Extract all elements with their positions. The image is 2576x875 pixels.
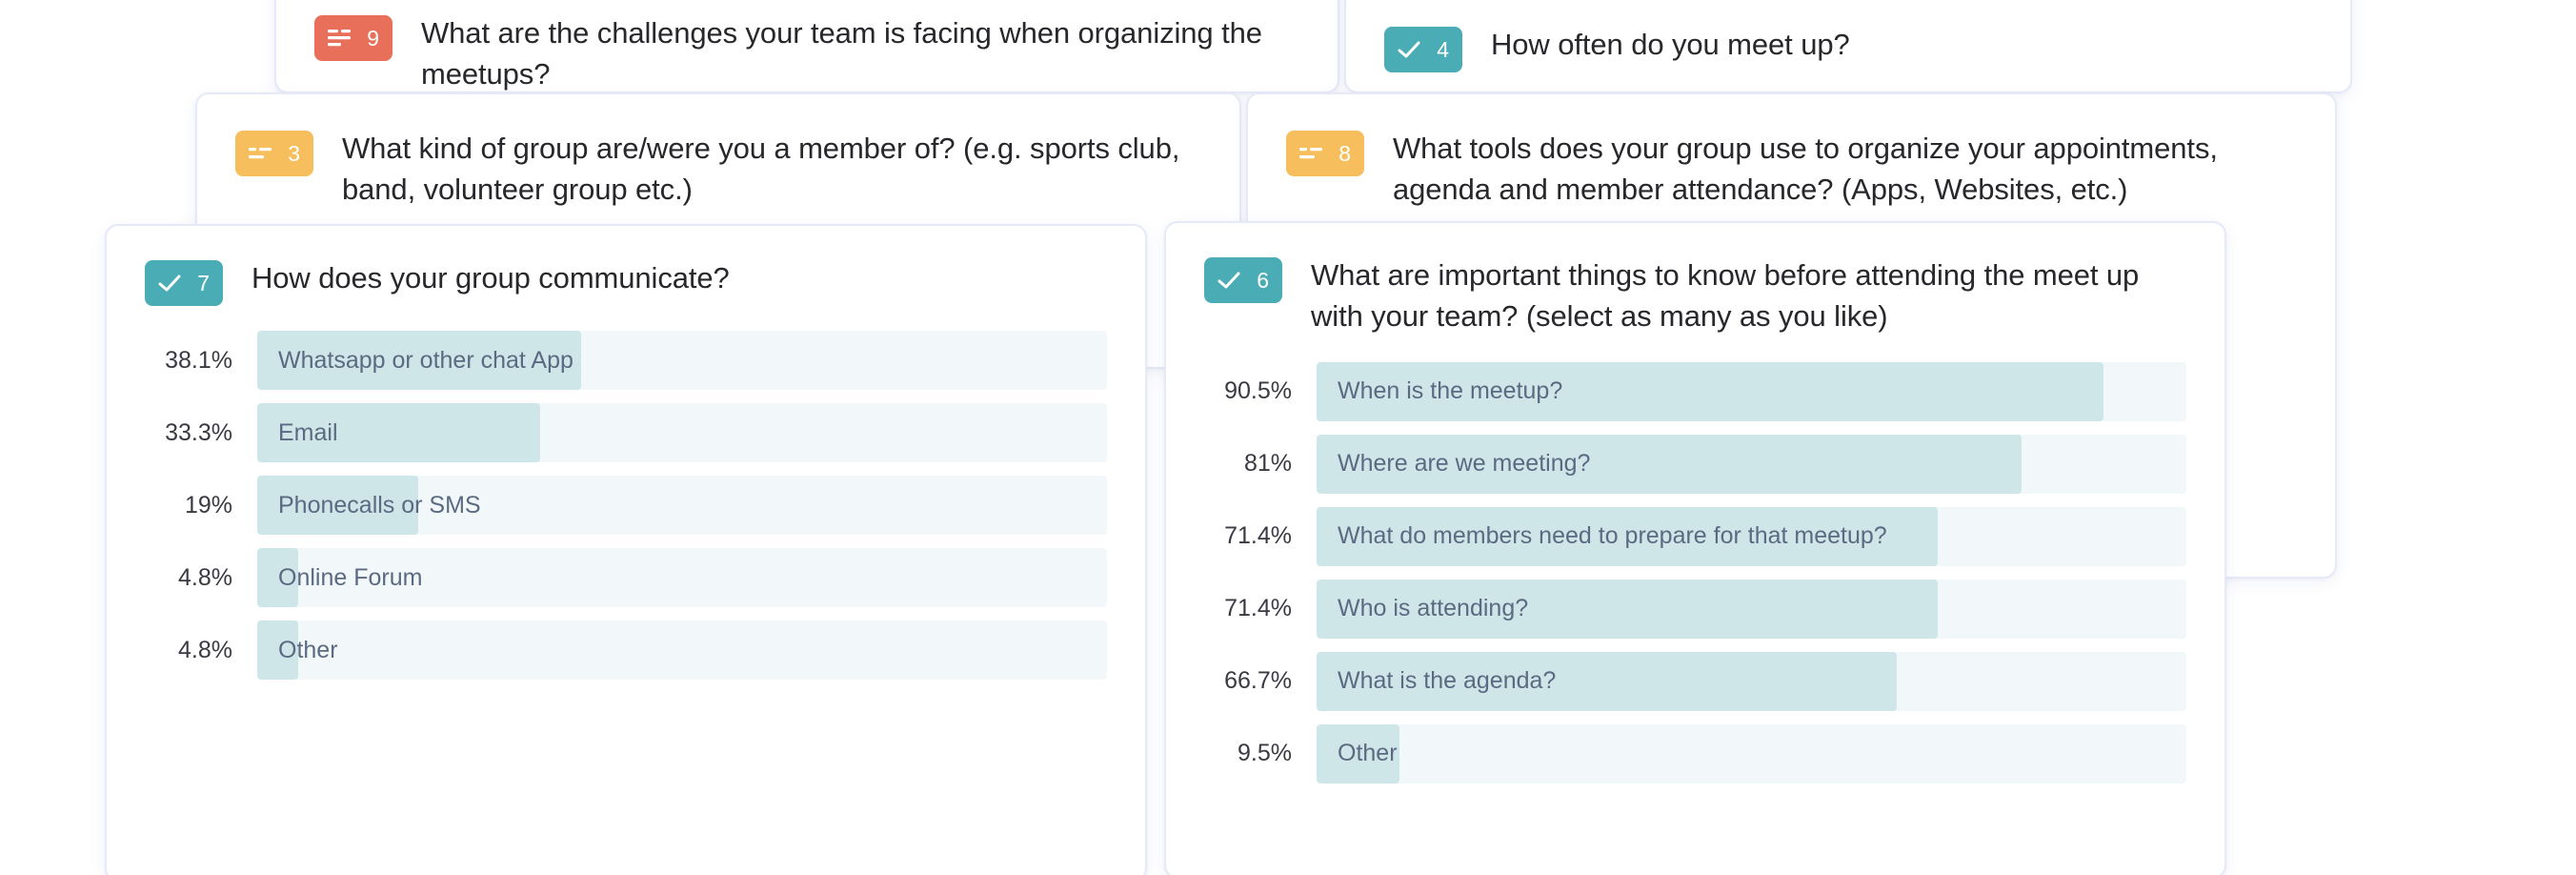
question-text: What kind of group are/were you a member… [342, 132, 1180, 206]
bar-row: 33.3% Email [145, 403, 1107, 462]
bar-option-label: What do members need to prepare for that… [1338, 522, 1887, 550]
survey-results-card-stack: 9 What are the challenges your team is f… [0, 0, 2576, 875]
bar-option-label: Other [1338, 740, 1398, 767]
question-number: 9 [367, 25, 379, 51]
bar-chart-q6: 90.5% When is the meetup? 81% Where are we … [1166, 337, 2224, 825]
question-number: 4 [1437, 36, 1449, 62]
bar-option-label: Phonecalls or SMS [278, 491, 481, 519]
bar-percentage-label: 71.4% [1224, 522, 1292, 550]
bar-option-label: Whatsapp or other chat App [278, 346, 574, 374]
card-header: 9 What are the challenges your team is f… [276, 0, 1338, 92]
question-number: 8 [1338, 140, 1351, 166]
bar-row: 81% Where are we meeting? [1204, 434, 2186, 494]
card-header: 3 What kind of group are/were you a memb… [197, 94, 1239, 211]
bar-option-label: When is the meetup? [1338, 377, 1563, 405]
question-text: What are important things to know before… [1311, 258, 2140, 333]
bar-percentage-label: 4.8% [178, 563, 232, 591]
question-badge-q6: 6 [1204, 257, 1282, 303]
survey-card-q4[interactable]: 4 How often do you meet up? [1344, 0, 2352, 93]
bar-row: 38.1% Whatsapp or other chat App [145, 331, 1107, 390]
bar-percentage-label: 4.8% [178, 636, 232, 663]
check-icon [1218, 271, 1240, 290]
question-badge-q8: 8 [1286, 131, 1364, 176]
bar-row: 9.5% Other [1204, 723, 2186, 783]
bar-percentage-label: 9.5% [1238, 740, 1292, 767]
bar-row: 19% Phonecalls or SMS [145, 476, 1107, 535]
short-lines-icon [1299, 144, 1322, 163]
check-icon [158, 274, 181, 293]
card-header: 6 What are important things to know befo… [1166, 223, 2224, 337]
survey-card-q7[interactable]: 7 How does your group communicate? 38.1%… [105, 224, 1147, 875]
bar-option-label: Online Forum [278, 563, 423, 591]
short-lines-icon [249, 144, 272, 163]
bar-percentage-label: 66.7% [1224, 667, 1292, 695]
bar-option-label: Other [278, 636, 338, 663]
bar-track: Who is attending? [1317, 579, 2186, 639]
bar-track: Other [257, 621, 1107, 680]
bar-chart-q7: 38.1% Whatsapp or other chat App 33.3% Emai… [107, 306, 1145, 722]
bar-row: 66.7% What is the agenda? [1204, 651, 2186, 711]
question-number: 6 [1257, 267, 1269, 293]
survey-card-q9[interactable]: 9 What are the challenges your team is f… [274, 0, 1339, 93]
question-number: 7 [197, 270, 210, 295]
question-badge-q4: 4 [1384, 27, 1462, 72]
bar-row: 71.4% What do members need to prepare for… [1204, 506, 2186, 566]
bar-option-label: Where are we meeting? [1338, 450, 1591, 478]
bar-row: 90.5% When is the meetup? [1204, 361, 2186, 421]
question-badge-q7: 7 [145, 260, 223, 306]
question-text: How does your group communicate? [252, 261, 730, 295]
bar-track: What is the agenda? [1317, 651, 2186, 711]
bar-track: When is the meetup? [1317, 361, 2186, 421]
bar-track: Other [1317, 723, 2186, 783]
bar-track: Whatsapp or other chat App [257, 331, 1107, 390]
bar-option-label: Email [278, 418, 338, 446]
bar-row: 4.8% Online Forum [145, 548, 1107, 607]
card-header: 8 What tools does your group use to orga… [1248, 94, 2335, 211]
check-icon [1398, 40, 1420, 59]
question-number: 3 [288, 140, 300, 166]
question-text: What are the challenges your team is fac… [421, 16, 1262, 91]
bar-track: Email [257, 403, 1107, 462]
bar-percentage-label: 71.4% [1224, 595, 1292, 622]
survey-card-q6[interactable]: 6 What are important things to know befo… [1164, 221, 2226, 875]
question-text: How often do you meet up? [1491, 28, 1850, 61]
question-badge-q9: 9 [314, 15, 392, 61]
bar-track: Where are we meeting? [1317, 434, 2186, 494]
question-text: What tools does your group use to organi… [1393, 132, 2218, 206]
card-header: 4 How often do you meet up? [1346, 0, 2350, 72]
bar-track: What do members need to prepare for that… [1317, 506, 2186, 566]
bar-percentage-label: 19% [184, 491, 232, 519]
question-badge-q3: 3 [235, 131, 313, 176]
list-lines-icon [328, 29, 351, 48]
bar-option-label: Who is attending? [1338, 595, 1529, 622]
bar-percentage-label: 81% [1243, 450, 1292, 478]
bar-track: Phonecalls or SMS [257, 476, 1107, 535]
bar-row: 71.4% Who is attending? [1204, 579, 2186, 639]
bar-row: 4.8% Other [145, 621, 1107, 680]
bar-option-label: What is the agenda? [1338, 667, 1557, 695]
bar-track: Online Forum [257, 548, 1107, 607]
bar-percentage-label: 90.5% [1224, 377, 1292, 405]
card-header: 7 How does your group communicate? [107, 226, 1145, 306]
bar-percentage-label: 38.1% [165, 346, 232, 374]
bar-percentage-label: 33.3% [165, 418, 232, 446]
